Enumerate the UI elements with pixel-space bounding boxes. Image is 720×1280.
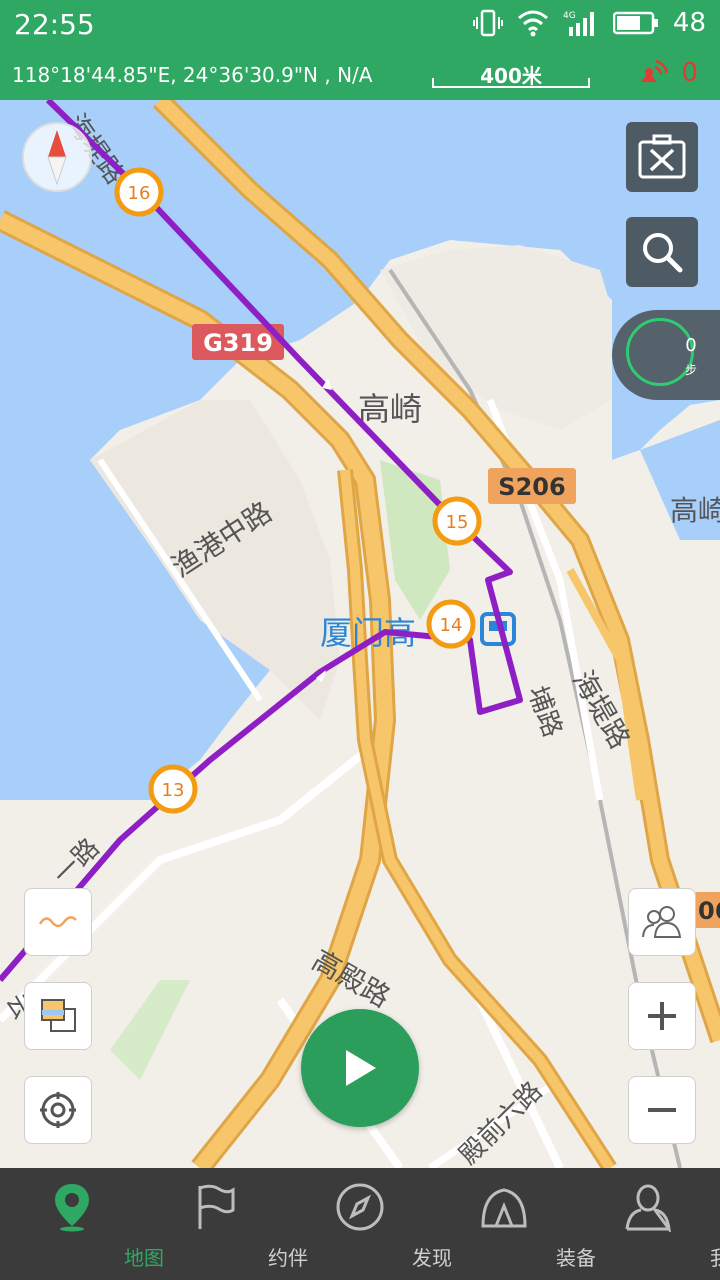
group-icon <box>642 906 682 938</box>
location-info-bar: 118°18'44.85"E, 24°36'30.9"N , N/A 400米 … <box>0 50 720 100</box>
signal-indicator[interactable]: 0 <box>637 58 698 88</box>
place-label-gaoqi-right: 高崎 <box>670 494 720 527</box>
satellite-signal-icon <box>641 59 669 82</box>
compass-needle-icon <box>47 130 67 186</box>
flag-icon <box>198 1184 235 1229</box>
locate-button[interactable] <box>24 1076 92 1144</box>
play-icon <box>346 1050 376 1086</box>
road-shield-s206: S206 <box>488 468 576 504</box>
step-unit: 步 <box>684 363 697 377</box>
tab-me[interactable]: 我 <box>576 1168 720 1280</box>
tab-companion[interactable]: 约伴 <box>144 1168 308 1280</box>
zoom-out-button[interactable] <box>628 1076 696 1144</box>
plus-icon <box>648 1002 676 1030</box>
scale-bar <box>432 78 590 88</box>
search-button[interactable] <box>626 217 698 287</box>
svg-text:16: 16 <box>128 183 151 204</box>
map-canvas[interactable]: G319 S206 06 高崎 高崎 渔港中路 海堤路 海堤路 埔路 高殿路 殿… <box>0 100 720 1168</box>
search-icon <box>643 233 683 273</box>
zoom-in-button[interactable] <box>628 982 696 1050</box>
status-icons: 4G 48 <box>472 8 706 38</box>
waypoint-marker[interactable]: 15 <box>432 496 482 546</box>
minus-icon <box>648 1108 676 1112</box>
clock: 22:55 <box>14 8 95 41</box>
waypoint-marker[interactable]: 16 <box>114 167 164 217</box>
map-pin-icon <box>55 1184 89 1232</box>
svg-text:4G: 4G <box>563 11 576 21</box>
track-style-button[interactable] <box>24 888 92 956</box>
tab-label: 我 <box>648 1242 720 1271</box>
wifi-icon <box>517 10 548 37</box>
battery-icon <box>612 11 658 35</box>
svg-text:15: 15 <box>446 512 469 533</box>
map-view[interactable]: G319 S206 06 高崎 高崎 渔港中路 海堤路 海堤路 埔路 高殿路 殿… <box>0 100 720 1168</box>
svg-text:G319: G319 <box>203 329 273 357</box>
waypoint-marker[interactable]: 14 <box>426 599 476 649</box>
map-scale: 400米 <box>432 60 590 88</box>
svg-text:06: 06 <box>698 897 720 925</box>
toolbox-icon <box>638 134 686 179</box>
battery-level: 48 <box>672 8 706 38</box>
layers-button[interactable] <box>24 982 92 1050</box>
place-label-gaoqi: 高崎 <box>358 390 422 428</box>
vibrate-icon <box>472 9 503 37</box>
svg-text:14: 14 <box>440 615 463 636</box>
signal-count: 0 <box>681 58 698 88</box>
waypoint-marker[interactable]: 13 <box>148 764 198 814</box>
toolbox-button[interactable] <box>626 122 698 192</box>
tab-map[interactable]: 地图 <box>0 1168 164 1280</box>
start-tracking-button[interactable] <box>301 1009 419 1127</box>
tent-icon <box>481 1188 527 1228</box>
step-ring: 0 步 <box>626 318 697 386</box>
friends-button[interactable] <box>628 888 696 956</box>
wave-line-icon <box>38 916 77 928</box>
compass-icon <box>336 1183 384 1231</box>
coordinates-readout: 118°18'44.85"E, 24°36'30.9"N , N/A <box>12 63 373 87</box>
svg-text:S206: S206 <box>498 473 565 501</box>
bottom-tab-bar: 地图 约伴 发现 装备 我 <box>0 1168 720 1280</box>
compass-button[interactable] <box>22 122 92 192</box>
tab-gear[interactable]: 装备 <box>432 1168 596 1280</box>
locate-icon <box>40 1092 76 1128</box>
step-counter[interactable]: 0 步 <box>612 310 720 400</box>
cell-signal-icon: 4G <box>563 11 594 36</box>
step-value: 0 <box>685 335 697 356</box>
svg-text:13: 13 <box>162 780 185 801</box>
status-bar: 22:55 4G 48 <box>0 0 720 50</box>
layers-icon <box>41 999 76 1032</box>
road-shield-right: 06 <box>694 892 720 928</box>
tab-discover[interactable]: 发现 <box>288 1168 452 1280</box>
user-icon <box>625 1184 671 1232</box>
